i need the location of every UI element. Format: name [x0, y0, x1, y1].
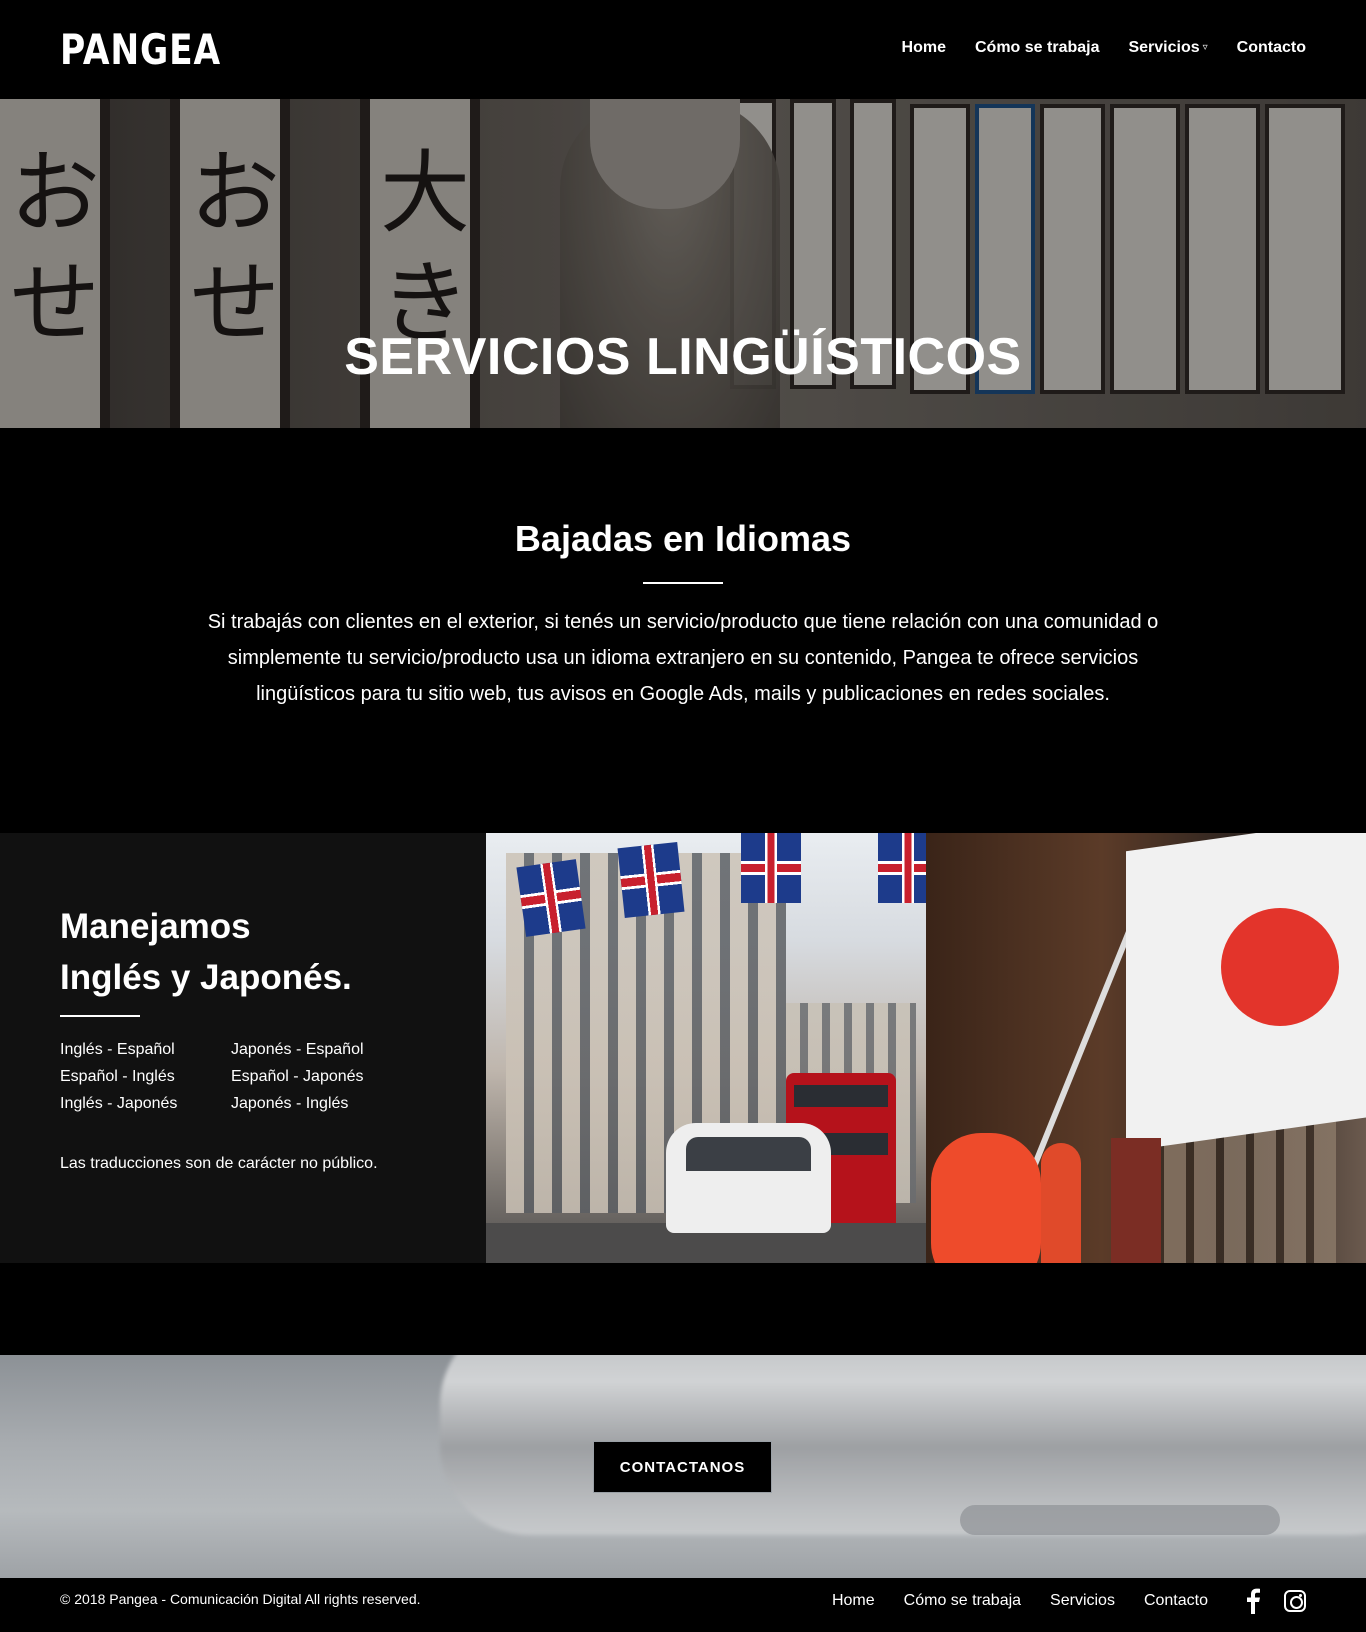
languages-note: Las traducciones son de carácter no públ…: [60, 1155, 378, 1172]
intro-section: Bajadas en Idiomas Si trabajás con clien…: [0, 428, 1366, 833]
site-footer: © 2018 Pangea - Comunicación Digital All…: [0, 1578, 1366, 1632]
divider: [60, 1015, 140, 1017]
intro-heading: Bajadas en Idiomas: [514, 518, 852, 559]
footer-link-servicios[interactable]: Servicios: [1050, 1592, 1115, 1610]
section-spacer: [0, 1263, 1366, 1355]
lantern-decoration: [1041, 1143, 1081, 1263]
footer-nav: Home Cómo se trabaja Servicios Contacto: [832, 1592, 1208, 1610]
nav-item-home[interactable]: Home: [902, 39, 946, 57]
languages-section: Manejamos Inglés y Japonés. Inglés - Esp…: [0, 833, 1366, 1263]
nav-item-servicios[interactable]: Servicios ▿: [1128, 39, 1207, 57]
languages-heading-line2: Inglés y Japonés.: [60, 958, 352, 997]
uk-flag-icon: [617, 842, 685, 918]
intro-text: Si trabajás con clientes en el exterior,…: [207, 611, 1159, 705]
hero-banner: おせ おせ 大き SERVICIOS LINGÜÍSTICOS: [0, 99, 1366, 428]
instagram-icon[interactable]: [1284, 1590, 1306, 1612]
language-pair: Inglés - Japonés: [60, 1095, 178, 1112]
nav-item-servicios-label: Servicios: [1128, 39, 1200, 56]
uk-flag-icon: [741, 833, 801, 903]
chevron-down-icon: ▿: [1202, 42, 1208, 54]
divider: [643, 582, 723, 584]
language-pair: Japonés - Español: [231, 1041, 364, 1058]
cta-section: CONTACTANOS: [0, 1355, 1366, 1578]
uk-flag-icon: [878, 833, 926, 903]
language-pairs-list: Inglés - Español Japonés - Español Españ…: [60, 1041, 380, 1113]
japan-flag-sun: [1221, 908, 1339, 1026]
footer-link-como-se-trabaja[interactable]: Cómo se trabaja: [904, 1592, 1021, 1610]
lantern-decoration: [931, 1133, 1041, 1263]
phone-button-decoration: [960, 1505, 1280, 1535]
nav-item-contacto[interactable]: Contacto: [1237, 39, 1306, 57]
language-pair: Inglés - Español: [60, 1041, 175, 1058]
languages-heading-line1: Manejamos: [60, 907, 251, 946]
japan-photo: [926, 833, 1366, 1263]
main-nav: Home Cómo se trabaja Servicios ▿ Contacto: [902, 39, 1306, 57]
taxi-decoration: [666, 1123, 831, 1233]
footer-link-contacto[interactable]: Contacto: [1144, 1592, 1208, 1610]
social-links: [1242, 1588, 1306, 1614]
uk-flag-icon: [516, 859, 586, 937]
logo[interactable]: PANGEA: [60, 24, 221, 76]
facebook-icon[interactable]: [1242, 1588, 1264, 1614]
london-photo: [486, 833, 926, 1263]
copyright: © 2018 Pangea - Comunicación Digital All…: [60, 1591, 421, 1607]
languages-heading: Manejamos Inglés y Japonés.: [60, 901, 352, 1003]
language-pair: Español - Inglés: [60, 1068, 175, 1085]
footer-link-home[interactable]: Home: [832, 1592, 875, 1610]
language-pair: Japonés - Inglés: [231, 1095, 349, 1112]
nav-item-como-se-trabaja[interactable]: Cómo se trabaja: [975, 39, 1099, 57]
contact-button[interactable]: CONTACTANOS: [593, 1441, 772, 1493]
languages-panel: Manejamos Inglés y Japonés. Inglés - Esp…: [0, 833, 486, 1263]
page-title: SERVICIOS LINGÜÍSTICOS: [344, 328, 1022, 386]
site-header: PANGEA Home Cómo se trabaja Servicios ▿ C…: [0, 0, 1366, 99]
sign-decoration: [1111, 1138, 1161, 1263]
language-pair: Español - Japonés: [231, 1068, 364, 1085]
